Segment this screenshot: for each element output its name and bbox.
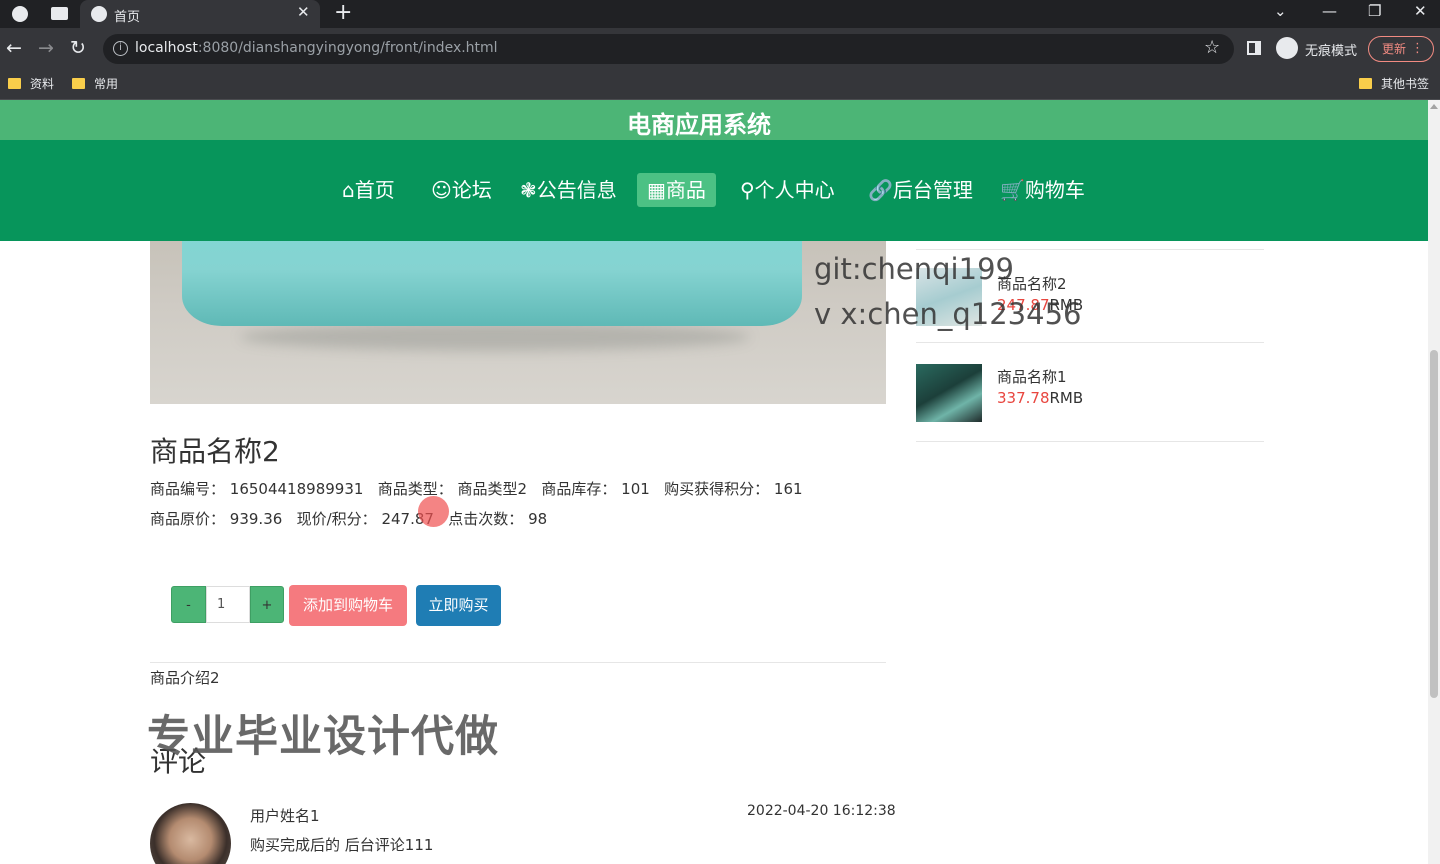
tab-title: 首页: [114, 10, 141, 25]
globe-icon[interactable]: [12, 6, 28, 22]
comment-time: 2022-04-20 16:12:38: [747, 803, 896, 819]
tab-search-icon[interactable]: [51, 7, 68, 20]
divider: [916, 249, 1264, 250]
divider: [916, 441, 1264, 442]
product-title: 商品名称2: [150, 435, 280, 468]
product-info-row2: 商品原价： 939.36 现价/积分： 247.87 点击次数： 98: [150, 510, 548, 528]
update-button[interactable]: 更新 ⋮: [1368, 36, 1434, 62]
product-image: [150, 241, 886, 404]
url-text: localhost:8080/dianshangyingyong/front/i…: [135, 40, 498, 56]
grid-icon: ▦: [647, 178, 666, 202]
bookmark-folder-changyong[interactable]: 常用: [72, 75, 118, 92]
folder-icon: [8, 78, 21, 89]
divider: [916, 342, 1264, 343]
nav-home[interactable]: ⌂首页: [332, 173, 405, 207]
close-window-icon[interactable]: ✕: [1414, 2, 1427, 20]
nav-cart[interactable]: 🛒购物车: [990, 173, 1095, 207]
flower-icon: ❃: [520, 178, 537, 202]
reload-icon[interactable]: ↻: [70, 37, 86, 59]
link-icon: 🔗: [868, 178, 893, 202]
avatar: [150, 803, 231, 864]
back-icon[interactable]: ←: [6, 37, 22, 59]
side-product-thumb[interactable]: [916, 364, 982, 422]
bookmarks-bar: 资料 常用 其他书签: [0, 70, 1440, 100]
close-tab-icon[interactable]: ✕: [297, 3, 310, 21]
scroll-up-arrow-icon[interactable]: [1430, 104, 1438, 109]
quantity-input[interactable]: 1: [206, 586, 250, 623]
side-product-price: 337.78RMB: [997, 389, 1084, 407]
url-field[interactable]: i localhost:8080/dianshangyingyong/front…: [103, 34, 1234, 64]
user-icon: ⚲: [740, 178, 755, 202]
nav-notice[interactable]: ❃公告信息: [510, 173, 627, 207]
divider: [150, 662, 886, 663]
add-to-cart-button[interactable]: 添加到购物车: [289, 585, 407, 626]
side-product-name[interactable]: 商品名称1: [997, 366, 1067, 387]
product-info-row1: 商品编号： 16504418989931 商品类型： 商品类型2 商品库存： 1…: [150, 480, 803, 498]
forward-icon[interactable]: →: [38, 37, 54, 59]
folder-icon: [72, 78, 85, 89]
menu-dots-icon: ⋮: [1411, 41, 1424, 56]
cart-icon: 🛒: [1000, 178, 1025, 202]
watermark-text: 专业毕业设计代做: [147, 712, 499, 762]
buy-now-button[interactable]: 立即购买: [416, 585, 501, 626]
browser-tab-bar: 首页 ✕ + ⌄ — ❐ ✕: [0, 0, 1440, 28]
site-header: 电商应用系统: [0, 100, 1428, 140]
incognito-label: 无痕模式: [1305, 44, 1358, 59]
nav-products[interactable]: ▦商品: [637, 173, 716, 207]
side-panel-icon[interactable]: [1247, 41, 1261, 55]
scrollbar[interactable]: [1428, 100, 1440, 864]
bookmark-folder-ziliao[interactable]: 资料: [8, 75, 54, 92]
incognito-icon: [1276, 37, 1298, 59]
folder-icon: [1359, 78, 1372, 89]
browser-tab[interactable]: 首页 ✕: [80, 0, 320, 28]
home-icon: ⌂: [342, 178, 355, 202]
cursor-highlight: [418, 496, 449, 527]
new-tab-icon[interactable]: +: [334, 0, 352, 25]
info-icon[interactable]: i: [113, 41, 128, 56]
nav-forum[interactable]: ☺论坛: [421, 173, 502, 207]
comment-text: 购买完成后的 后台评论111: [250, 836, 434, 854]
watermark-wechat: v x:chen_q123456: [814, 297, 1082, 331]
page-viewport: 商品名称2 247.87RMB 商品名称1 337.78RMB 商品名称2 商品…: [0, 100, 1428, 864]
minimize-icon[interactable]: —: [1322, 2, 1337, 20]
main-nav: ⌂首页 ☺论坛 ❃公告信息 ▦商品 ⚲个人中心 🔗后台管理 🛒购物车: [0, 140, 1428, 241]
restore-icon[interactable]: ❐: [1368, 2, 1381, 20]
smile-icon: ☺: [431, 178, 452, 202]
site-title: 电商应用系统: [627, 111, 771, 139]
quantity-decrease-button[interactable]: -: [171, 586, 206, 623]
bookmark-star-icon[interactable]: ☆: [1204, 37, 1220, 58]
nav-admin[interactable]: 🔗后台管理: [858, 173, 983, 207]
site-favicon-icon: [91, 6, 107, 22]
address-bar: ← → ↻ i localhost:8080/dianshangyingyong…: [0, 28, 1440, 70]
scrollbar-thumb[interactable]: [1430, 350, 1438, 698]
watermark-git: git:chenqi199: [814, 252, 1014, 286]
tab-search-chevron-icon[interactable]: ⌄: [1274, 2, 1287, 20]
quantity-increase-button[interactable]: +: [250, 586, 284, 623]
nav-profile[interactable]: ⚲个人中心: [730, 173, 845, 207]
product-description: 商品介绍2: [150, 669, 220, 687]
other-bookmarks[interactable]: 其他书签: [1359, 75, 1429, 92]
comment-user: 用户姓名1: [250, 807, 320, 825]
